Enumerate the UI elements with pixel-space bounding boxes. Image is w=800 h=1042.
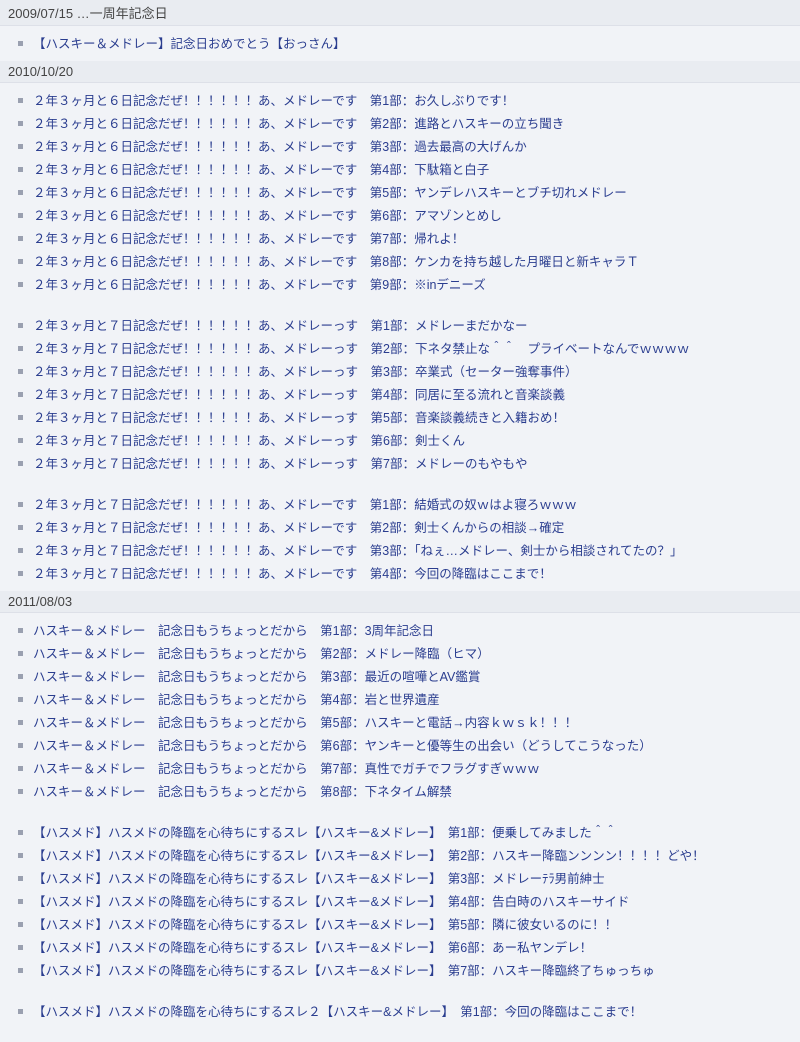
list-item: 【ハスメド】ハスメドの降臨を心待ちにするスレ【ハスキー&メドレー】 第6部：あー… [18, 936, 800, 959]
list-item: 【ハスメド】ハスメドの降臨を心待ちにするスレ【ハスキー&メドレー】 第4部：告白… [18, 890, 800, 913]
group-spacer [18, 803, 800, 821]
entry-link[interactable]: ２年３ヶ月と７日記念だぜ！！！！！！あ、メドレーです 第1部：結婚式の奴ｗはよ寝… [33, 498, 577, 512]
list-item: ２年３ヶ月と６日記念だぜ！！！！！！あ、メドレーです 第2部：進路とハスキーの立… [18, 112, 800, 135]
list-item: ２年３ヶ月と７日記念だぜ！！！！！！あ、メドレーっす 第4部：同居に至る流れと音… [18, 383, 800, 406]
entry-link[interactable]: ハスキー＆メドレー 記念日もうちょっとだから 第6部：ヤンキーと優等生の出会い（… [33, 739, 652, 753]
entry-link[interactable]: 【ハスメド】ハスメドの降臨を心待ちにするスレ２【ハスキー&メドレー】 第1部：今… [33, 1005, 642, 1019]
list-item: ２年３ヶ月と７日記念だぜ！！！！！！あ、メドレーっす 第6部：剣士くん [18, 429, 800, 452]
list-item: ２年３ヶ月と７日記念だぜ！！！！！！あ、メドレーです 第3部：「ねぇ…メドレー、… [18, 539, 800, 562]
entry-link[interactable]: ２年３ヶ月と６日記念だぜ！！！！！！あ、メドレーです 第9部：※inデニーズ [33, 278, 486, 292]
list-item: ハスキー＆メドレー 記念日もうちょっとだから 第2部：メドレー降臨（ヒマ） [18, 642, 800, 665]
entry-link[interactable]: ２年３ヶ月と６日記念だぜ！！！！！！あ、メドレーです 第1部：お久しぶりです！ [33, 94, 514, 108]
list-item: ２年３ヶ月と７日記念だぜ！！！！！！あ、メドレーです 第2部：剣士くんからの相談… [18, 516, 800, 539]
section-header: 2011/08/03 [0, 591, 800, 613]
entry-link[interactable]: ２年３ヶ月と６日記念だぜ！！！！！！あ、メドレーです 第8部：ケンカを持ち越した… [33, 255, 639, 269]
entry-link[interactable]: ２年３ヶ月と７日記念だぜ！！！！！！あ、メドレーっす 第4部：同居に至る流れと音… [33, 388, 565, 402]
list-item: ２年３ヶ月と７日記念だぜ！！！！！！あ、メドレーっす 第7部：メドレーのもやもや [18, 452, 800, 475]
list-item: ２年３ヶ月と６日記念だぜ！！！！！！あ、メドレーです 第4部：下駄箱と白子 [18, 158, 800, 181]
list-item: ハスキー＆メドレー 記念日もうちょっとだから 第7部：真性でガチでフラグすぎｗｗ… [18, 757, 800, 780]
section: 2009/07/15 …一周年記念日【ハスキー＆メドレー】記念日おめでとう【おっ… [0, 0, 800, 61]
list-item: 【ハスメド】ハスメドの降臨を心待ちにするスレ【ハスキー&メドレー】 第2部：ハス… [18, 844, 800, 867]
section-header: 2009/07/15 …一周年記念日 [0, 0, 800, 26]
section: 2010/10/20２年３ヶ月と６日記念だぜ！！！！！！あ、メドレーです 第1部… [0, 61, 800, 591]
entry-link[interactable]: ２年３ヶ月と７日記念だぜ！！！！！！あ、メドレーです 第2部：剣士くんからの相談… [33, 521, 564, 535]
entry-link[interactable]: ２年３ヶ月と７日記念だぜ！！！！！！あ、メドレーっす 第2部：下ネタ禁止な＾＾ … [33, 342, 689, 356]
entry-link[interactable]: 【ハスメド】ハスメドの降臨を心待ちにするスレ【ハスキー&メドレー】 第2部：ハス… [33, 849, 705, 863]
entry-link[interactable]: ハスキー＆メドレー 記念日もうちょっとだから 第5部：ハスキーと電話→内容ｋｗｓ… [33, 716, 577, 730]
entry-link[interactable]: 【ハスメド】ハスメドの降臨を心待ちにするスレ【ハスキー&メドレー】 第1部：便乗… [33, 826, 617, 840]
list-item: 【ハスメド】ハスメドの降臨を心待ちにするスレ【ハスキー&メドレー】 第1部：便乗… [18, 821, 800, 844]
list-item: ハスキー＆メドレー 記念日もうちょっとだから 第4部：岩と世界遺産 [18, 688, 800, 711]
group-spacer [18, 296, 800, 314]
list-item: ２年３ヶ月と７日記念だぜ！！！！！！あ、メドレーです 第1部：結婚式の奴ｗはよ寝… [18, 493, 800, 516]
entry-link[interactable]: ２年３ヶ月と７日記念だぜ！！！！！！あ、メドレーです 第4部：今回の降臨はここま… [33, 567, 552, 581]
entry-link[interactable]: ハスキー＆メドレー 記念日もうちょっとだから 第3部：最近の喧嘩とAV鑑賞 [33, 670, 480, 684]
group-spacer [18, 982, 800, 1000]
list-item: 【ハスキー＆メドレー】記念日おめでとう【おっさん】 [18, 32, 800, 55]
entry-link[interactable]: ハスキー＆メドレー 記念日もうちょっとだから 第1部：3周年記念日 [33, 624, 434, 638]
entry-link[interactable]: ２年３ヶ月と６日記念だぜ！！！！！！あ、メドレーです 第2部：進路とハスキーの立… [33, 117, 564, 131]
list-item: 【ハスメド】ハスメドの降臨を心待ちにするスレ【ハスキー&メドレー】 第7部：ハス… [18, 959, 800, 982]
entry-link[interactable]: ２年３ヶ月と７日記念だぜ！！！！！！あ、メドレーです 第3部：「ねぇ…メドレー、… [33, 544, 682, 558]
link-list: 【ハスキー＆メドレー】記念日おめでとう【おっさん】 [0, 26, 800, 61]
list-item: ２年３ヶ月と６日記念だぜ！！！！！！あ、メドレーです 第6部：アマゾンとめし [18, 204, 800, 227]
entry-link[interactable]: ハスキー＆メドレー 記念日もうちょっとだから 第2部：メドレー降臨（ヒマ） [33, 647, 490, 661]
section-header: 2010/10/20 [0, 61, 800, 83]
list-item: 【ハスメド】ハスメドの降臨を心待ちにするスレ【ハスキー&メドレー】 第5部：隣に… [18, 913, 800, 936]
entry-link[interactable]: ２年３ヶ月と６日記念だぜ！！！！！！あ、メドレーです 第3部：過去最高の大げんか [33, 140, 527, 154]
entry-link[interactable]: 【ハスメド】ハスメドの降臨を心待ちにするスレ【ハスキー&メドレー】 第4部：告白… [33, 895, 629, 909]
list-item: 【ハスメド】ハスメドの降臨を心待ちにするスレ【ハスキー&メドレー】 第3部：メド… [18, 867, 800, 890]
list-item: ハスキー＆メドレー 記念日もうちょっとだから 第1部：3周年記念日 [18, 619, 800, 642]
entry-link[interactable]: ２年３ヶ月と７日記念だぜ！！！！！！あ、メドレーっす 第1部：メドレーまだかなー [33, 319, 527, 333]
entry-link[interactable]: ハスキー＆メドレー 記念日もうちょっとだから 第7部：真性でガチでフラグすぎｗｗ… [33, 762, 540, 776]
entry-link[interactable]: 【ハスメド】ハスメドの降臨を心待ちにするスレ【ハスキー&メドレー】 第5部：隣に… [33, 918, 617, 932]
entry-link[interactable]: ２年３ヶ月と７日記念だぜ！！！！！！あ、メドレーっす 第5部：音楽談義続きと入籍… [33, 411, 565, 425]
group-spacer [18, 475, 800, 493]
entry-link[interactable]: ２年３ヶ月と６日記念だぜ！！！！！！あ、メドレーです 第6部：アマゾンとめし [33, 209, 502, 223]
entry-link[interactable]: 【ハスキー＆メドレー】記念日おめでとう【おっさん】 [33, 37, 346, 51]
list-item: ２年３ヶ月と６日記念だぜ！！！！！！あ、メドレーです 第9部：※inデニーズ [18, 273, 800, 296]
list-item: ２年３ヶ月と６日記念だぜ！！！！！！あ、メドレーです 第3部：過去最高の大げんか [18, 135, 800, 158]
list-item: ２年３ヶ月と７日記念だぜ！！！！！！あ、メドレーっす 第2部：下ネタ禁止な＾＾ … [18, 337, 800, 360]
section: 2011/08/03ハスキー＆メドレー 記念日もうちょっとだから 第1部：3周年… [0, 591, 800, 1029]
entry-link[interactable]: 【ハスメド】ハスメドの降臨を心待ちにするスレ【ハスキー&メドレー】 第7部：ハス… [33, 964, 655, 978]
entry-link[interactable]: ２年３ヶ月と６日記念だぜ！！！！！！あ、メドレーです 第4部：下駄箱と白子 [33, 163, 489, 177]
link-list: ２年３ヶ月と６日記念だぜ！！！！！！あ、メドレーです 第1部：お久しぶりです！ ２… [0, 83, 800, 591]
list-item: ２年３ヶ月と６日記念だぜ！！！！！！あ、メドレーです 第1部：お久しぶりです！ [18, 89, 800, 112]
list-item: 【ハスメド】ハスメドの降臨を心待ちにするスレ２【ハスキー&メドレー】 第1部：今… [18, 1000, 800, 1023]
list-item: ２年３ヶ月と６日記念だぜ！！！！！！あ、メドレーです 第5部：ヤンデレハスキーと… [18, 181, 800, 204]
entry-link[interactable]: 【ハスメド】ハスメドの降臨を心待ちにするスレ【ハスキー&メドレー】 第3部：メド… [33, 872, 605, 886]
entry-link[interactable]: ２年３ヶ月と７日記念だぜ！！！！！！あ、メドレーっす 第6部：剣士くん [33, 434, 465, 448]
entry-link[interactable]: ハスキー＆メドレー 記念日もうちょっとだから 第8部：下ネタイム解禁 [33, 785, 452, 799]
list-item: ハスキー＆メドレー 記念日もうちょっとだから 第6部：ヤンキーと優等生の出会い（… [18, 734, 800, 757]
link-list: ハスキー＆メドレー 記念日もうちょっとだから 第1部：3周年記念日ハスキー＆メド… [0, 613, 800, 1029]
list-item: ２年３ヶ月と７日記念だぜ！！！！！！あ、メドレーっす 第1部：メドレーまだかなー [18, 314, 800, 337]
list-item: ２年３ヶ月と６日記念だぜ！！！！！！あ、メドレーです 第8部：ケンカを持ち越した… [18, 250, 800, 273]
list-item: ２年３ヶ月と７日記念だぜ！！！！！！あ、メドレーっす 第5部：音楽談義続きと入籍… [18, 406, 800, 429]
entry-link[interactable]: ２年３ヶ月と７日記念だぜ！！！！！！あ、メドレーっす 第3部：卒業式（セーター強… [33, 365, 577, 379]
entry-link[interactable]: ハスキー＆メドレー 記念日もうちょっとだから 第4部：岩と世界遺産 [33, 693, 440, 707]
entry-link[interactable]: ２年３ヶ月と６日記念だぜ！！！！！！あ、メドレーです 第5部：ヤンデレハスキーと… [33, 186, 627, 200]
list-item: ２年３ヶ月と７日記念だぜ！！！！！！あ、メドレーです 第4部：今回の降臨はここま… [18, 562, 800, 585]
list-item: ハスキー＆メドレー 記念日もうちょっとだから 第5部：ハスキーと電話→内容ｋｗｓ… [18, 711, 800, 734]
list-item: ２年３ヶ月と６日記念だぜ！！！！！！あ、メドレーです 第7部：帰れよ！ [18, 227, 800, 250]
list-item: ハスキー＆メドレー 記念日もうちょっとだから 第8部：下ネタイム解禁 [18, 780, 800, 803]
list-item: ハスキー＆メドレー 記念日もうちょっとだから 第3部：最近の喧嘩とAV鑑賞 [18, 665, 800, 688]
list-item: ２年３ヶ月と７日記念だぜ！！！！！！あ、メドレーっす 第3部：卒業式（セーター強… [18, 360, 800, 383]
entry-link[interactable]: ２年３ヶ月と７日記念だぜ！！！！！！あ、メドレーっす 第7部：メドレーのもやもや [33, 457, 527, 471]
entry-link[interactable]: 【ハスメド】ハスメドの降臨を心待ちにするスレ【ハスキー&メドレー】 第6部：あー… [33, 941, 592, 955]
entry-link[interactable]: ２年３ヶ月と６日記念だぜ！！！！！！あ、メドレーです 第7部：帰れよ！ [33, 232, 464, 246]
